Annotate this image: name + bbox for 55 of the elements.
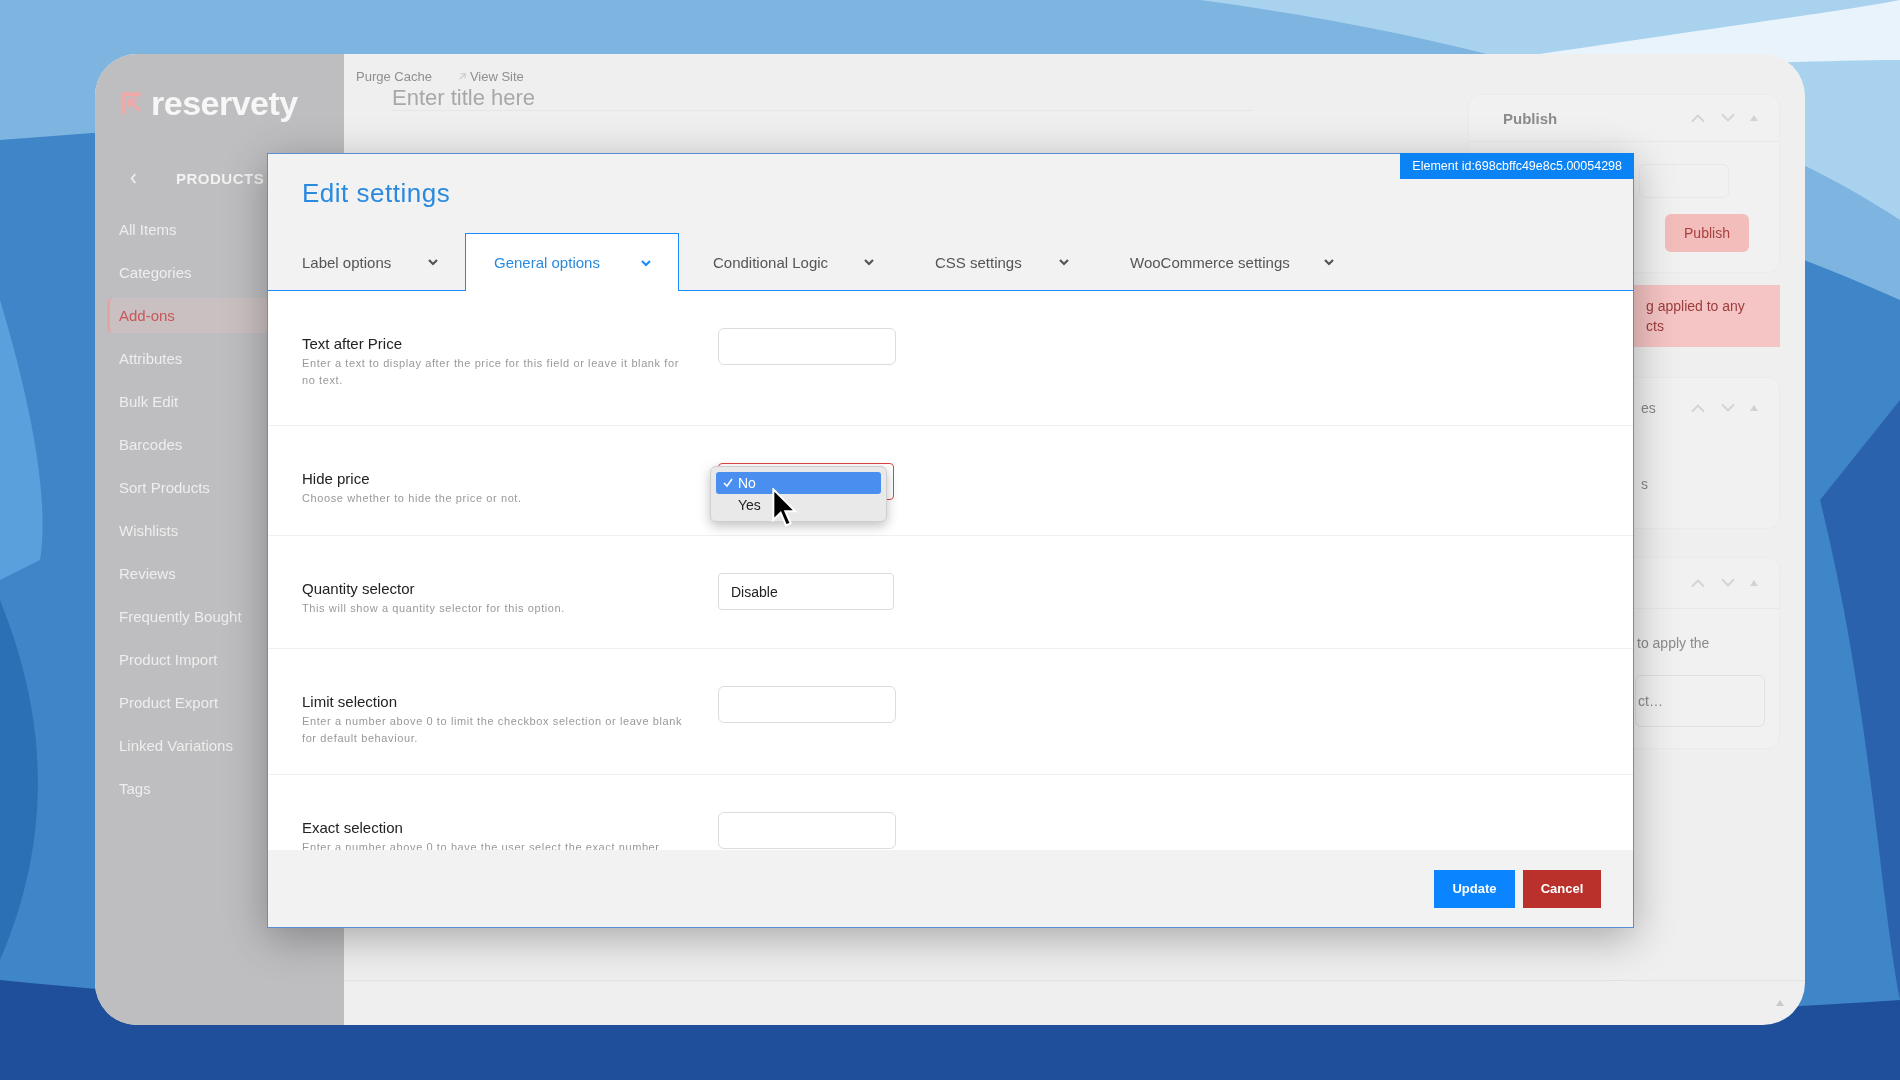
dropdown-option[interactable]: No [716, 472, 881, 494]
chevron-up-icon[interactable] [1689, 402, 1707, 414]
chevron-down-icon [863, 258, 875, 266]
tab[interactable]: Conditional Logic [679, 233, 901, 291]
field-description: This will show a quantity selector for this option. [302, 601, 566, 616]
field-description: Choose whether to hide the price or not. [302, 491, 523, 506]
back-chevron-icon[interactable] [129, 171, 138, 185]
input-field[interactable] [1639, 164, 1729, 198]
cancel-button[interactable]: Cancel [1523, 869, 1601, 908]
tab[interactable]: CSS settings [901, 233, 1096, 291]
field-label: Exact selection [302, 819, 404, 836]
field-description: Enter a text to display after the price for this field or leave it blank for no text. [302, 356, 680, 388]
input-field[interactable] [718, 812, 896, 849]
chevron-down-icon [1323, 258, 1335, 266]
publish-button[interactable]: Publish [1665, 214, 1749, 252]
toolbar-link[interactable]: View Site [457, 69, 524, 84]
tab[interactable]: WooCommerce settings [1096, 233, 1361, 291]
chevron-down-icon [640, 258, 652, 267]
card-text: s [1640, 476, 1649, 492]
chevron-down-icon[interactable] [1719, 112, 1737, 124]
notice-text: cts [1646, 317, 1665, 336]
chevron-up-icon[interactable] [1689, 112, 1707, 124]
field-label: Text after Price [302, 335, 404, 352]
field-description: Enter a number above 0 to limit the checkbox selection or leave blank for default behaviour. [302, 714, 684, 746]
logo-text: reservety [151, 83, 298, 123]
collapse-icon[interactable] [1749, 114, 1759, 122]
tab[interactable]: Label options [268, 233, 465, 291]
element-id-badge: Element id:698cbffc49e8c5.00054298 [1400, 153, 1634, 179]
modal-title: Edit settings [302, 178, 451, 209]
card-title: es [1640, 400, 1656, 416]
chevron-down-icon[interactable] [1719, 402, 1737, 414]
update-button[interactable]: Update [1434, 869, 1515, 908]
collapse-icon[interactable] [1749, 579, 1759, 587]
card-title: Publish [1503, 109, 1558, 127]
input-field[interactable] [718, 686, 896, 723]
external-link-icon [457, 72, 467, 81]
select-field[interactable]: ct… [1635, 675, 1765, 727]
input-field[interactable] [718, 328, 896, 365]
field-label: Hide price [302, 470, 371, 487]
dropdown-option[interactable]: Yes [716, 494, 881, 516]
chevron-down-icon [427, 258, 439, 266]
card-text: to apply the [1636, 635, 1711, 651]
field-label: Quantity selector [302, 580, 416, 597]
chevron-down-icon[interactable] [1719, 577, 1737, 589]
notice-text: g applied to any [1646, 297, 1746, 316]
select-field[interactable]: Disable [718, 573, 894, 610]
toolbar-link[interactable]: Purge Cache [356, 69, 432, 84]
tab[interactable]: General options [465, 233, 679, 291]
collapse-icon[interactable] [1749, 404, 1759, 412]
checkmark-icon [723, 478, 733, 488]
chevron-down-icon [1058, 258, 1070, 266]
scroll-top-icon[interactable] [1775, 999, 1785, 1007]
field-label: Limit selection [302, 693, 399, 710]
chevron-up-icon[interactable] [1689, 577, 1707, 589]
title-field[interactable]: Enter title here [392, 84, 1252, 111]
